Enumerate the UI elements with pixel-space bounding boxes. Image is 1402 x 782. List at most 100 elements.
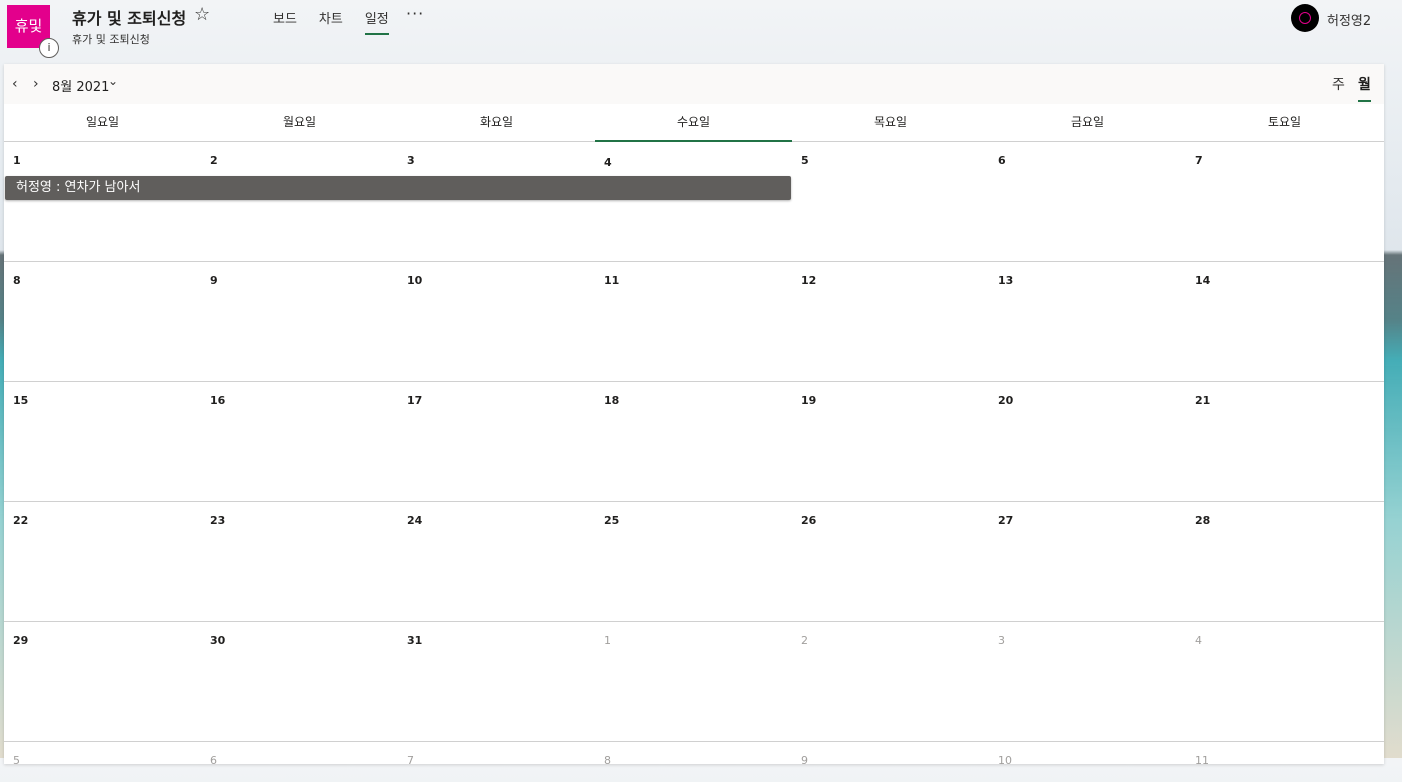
- day-cell[interactable]: 25: [595, 502, 792, 621]
- day-cell[interactable]: 11: [1186, 742, 1383, 782]
- day-number: 26: [801, 514, 817, 527]
- weekday-sun: 일요일: [85, 115, 120, 129]
- day-cell[interactable]: 28: [1186, 502, 1383, 621]
- day-cell[interactable]: 31: [398, 622, 595, 741]
- day-number: 8: [604, 754, 611, 767]
- day-number: 29: [13, 634, 29, 647]
- day-cell[interactable]: 15: [4, 382, 201, 501]
- prev-month-icon[interactable]: ‹: [12, 76, 18, 92]
- day-number: 16: [210, 394, 226, 407]
- day-cell[interactable]: 19: [792, 382, 989, 501]
- day-cell[interactable]: 27: [989, 502, 1186, 621]
- day-cell[interactable]: 7: [1186, 142, 1383, 261]
- day-number: 11: [604, 274, 620, 287]
- tab-chart[interactable]: 차트: [319, 8, 343, 33]
- day-number: 27: [998, 514, 1014, 527]
- week-row: 15 16 17 18 19 20 21: [4, 382, 1384, 502]
- day-number: 23: [210, 514, 226, 527]
- weekday-mon: 월요일: [282, 115, 317, 129]
- day-cell[interactable]: 8: [595, 742, 792, 782]
- day-cell[interactable]: 4: [1186, 622, 1383, 741]
- view-month-button[interactable]: 월: [1358, 74, 1371, 102]
- tab-schedule[interactable]: 일정: [364, 8, 389, 35]
- day-number: 4: [1195, 634, 1202, 647]
- day-number: 1: [13, 154, 21, 167]
- weekday-header: 일요일 월요일 화요일 수요일 목요일 금요일 토요일: [4, 104, 1384, 142]
- avatar-ring: [1299, 12, 1311, 24]
- day-cell[interactable]: 3: [398, 142, 595, 261]
- day-number: 28: [1195, 514, 1211, 527]
- month-label[interactable]: 8월 2021: [52, 76, 109, 95]
- day-cell[interactable]: 16: [201, 382, 398, 501]
- day-cell[interactable]: 13: [989, 262, 1186, 381]
- user-name[interactable]: 허정영2: [1327, 10, 1371, 29]
- day-number: 2: [801, 634, 808, 647]
- avatar[interactable]: [1291, 4, 1319, 32]
- day-cell[interactable]: 8: [4, 262, 201, 381]
- weekday-wed: 수요일: [595, 104, 792, 142]
- day-number: 2: [210, 154, 218, 167]
- view-week-button[interactable]: 주: [1332, 74, 1345, 94]
- day-cell[interactable]: 20: [989, 382, 1186, 501]
- day-number: 9: [210, 274, 218, 287]
- day-cell[interactable]: 5: [792, 142, 989, 261]
- day-cell[interactable]: 6: [201, 742, 398, 782]
- day-number: 3: [407, 154, 415, 167]
- day-cell[interactable]: 23: [201, 502, 398, 621]
- week-row: 29 30 31 1 2 3 4: [4, 622, 1384, 742]
- day-cell[interactable]: 10: [398, 262, 595, 381]
- day-cell[interactable]: 22: [4, 502, 201, 621]
- day-cell[interactable]: 17: [398, 382, 595, 501]
- day-cell[interactable]: 1: [595, 622, 792, 741]
- day-cell[interactable]: 12: [792, 262, 989, 381]
- day-cell[interactable]: 14: [1186, 262, 1383, 381]
- day-cell[interactable]: 11: [595, 262, 792, 381]
- day-number: 6: [210, 754, 217, 767]
- weekday-thu: 목요일: [873, 115, 908, 129]
- tab-board[interactable]: 보드: [273, 8, 297, 33]
- day-cell[interactable]: 7: [398, 742, 595, 782]
- day-cell[interactable]: 9: [201, 262, 398, 381]
- day-cell[interactable]: 5: [4, 742, 201, 782]
- view-nav: 보드 차트 일정: [273, 8, 411, 35]
- day-number: 7: [407, 754, 414, 767]
- day-number: 15: [13, 394, 29, 407]
- day-cell[interactable]: 21: [1186, 382, 1383, 501]
- day-number: 31: [407, 634, 423, 647]
- day-number: 4: [604, 156, 612, 169]
- chevron-down-icon[interactable]: ⌄: [108, 74, 118, 88]
- day-cell[interactable]: 18: [595, 382, 792, 501]
- week-row: 22 23 24 25 26 27 28: [4, 502, 1384, 622]
- day-cell[interactable]: 9: [792, 742, 989, 782]
- day-cell[interactable]: 6: [989, 142, 1186, 261]
- favorite-star-icon[interactable]: ☆: [194, 4, 210, 25]
- day-number: 9: [801, 754, 808, 767]
- day-cell[interactable]: 29: [4, 622, 201, 741]
- calendar-event[interactable]: 허정영 : 연차가 남아서: [5, 176, 791, 200]
- day-cell[interactable]: 2: [201, 142, 398, 261]
- day-number: 8: [13, 274, 21, 287]
- day-cell[interactable]: 10: [989, 742, 1186, 782]
- day-number: 24: [407, 514, 423, 527]
- week-row: 5 6 7 8 9 10 11: [4, 742, 1384, 782]
- day-number: 12: [801, 274, 817, 287]
- day-number: 20: [998, 394, 1014, 407]
- day-cell[interactable]: 24: [398, 502, 595, 621]
- day-cell[interactable]: 2: [792, 622, 989, 741]
- day-number: 10: [998, 754, 1012, 767]
- page-subtitle: 휴가 및 조퇴신청: [72, 33, 150, 46]
- day-cell[interactable]: 4: [595, 142, 792, 261]
- more-options-icon[interactable]: ···: [406, 4, 424, 23]
- day-cell[interactable]: 1: [4, 142, 201, 261]
- day-number: 22: [13, 514, 29, 527]
- day-number: 30: [210, 634, 226, 647]
- day-number: 7: [1195, 154, 1203, 167]
- day-number: 11: [1195, 754, 1209, 767]
- day-number: 5: [13, 754, 20, 767]
- day-cell[interactable]: 30: [201, 622, 398, 741]
- day-cell[interactable]: 3: [989, 622, 1186, 741]
- next-month-icon[interactable]: ›: [33, 76, 39, 92]
- day-number: 18: [604, 394, 620, 407]
- info-icon[interactable]: i: [39, 38, 59, 58]
- day-cell[interactable]: 26: [792, 502, 989, 621]
